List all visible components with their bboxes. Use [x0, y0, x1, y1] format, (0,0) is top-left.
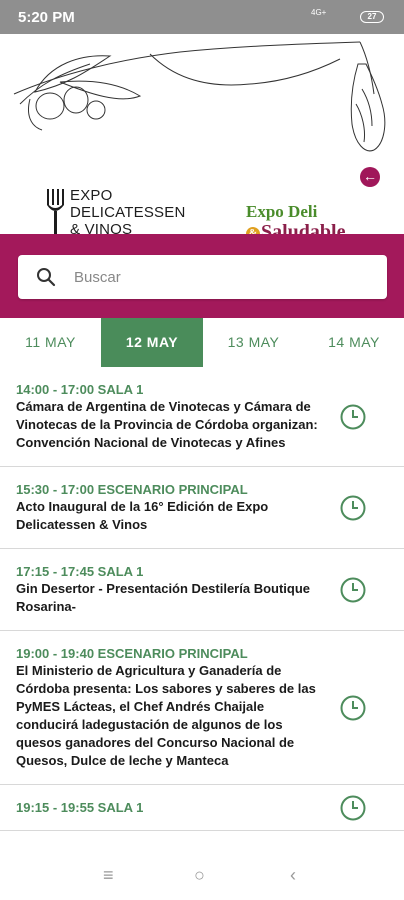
list-item[interactable]: 19:15 - 19:55 SALA 1: [0, 785, 404, 831]
battery-icon: 27: [360, 11, 384, 23]
status-time: 5:20 PM: [18, 9, 75, 26]
event-time: 14:00 - 17:00 SALA 1: [16, 382, 144, 397]
search-icon: [37, 268, 56, 287]
event-title: El Ministerio de Agricultura y Ganadería…: [16, 663, 316, 768]
tab-13-may[interactable]: 13 MAY: [203, 318, 304, 367]
logo-expo-line1: EXPO: [70, 187, 113, 204]
logo-expo-line2: DELICATESSEN: [70, 204, 186, 221]
logo-deli-line1: Expo Deli: [246, 202, 318, 221]
status-bar: 5:20 PM 4G+ 27: [0, 0, 404, 34]
clock-icon[interactable]: [340, 695, 366, 721]
logo-deli-amp: &: [246, 227, 260, 234]
event-time: 19:15 - 19:55 SALA 1: [16, 800, 144, 815]
list-item[interactable]: 15:30 - 17:00 ESCENARIO PRINCIPAL Acto I…: [0, 467, 404, 549]
tab-12-may[interactable]: 12 MAY: [101, 318, 203, 367]
clock-icon[interactable]: [340, 495, 366, 521]
list-item[interactable]: 14:00 - 17:00 SALA 1 Cámara de Argentina…: [0, 367, 404, 467]
tab-11-may[interactable]: 11 MAY: [0, 318, 101, 367]
system-nav-bar: ≡ ○ ‹: [0, 855, 404, 900]
event-time: 19:00 - 19:40 ESCENARIO PRINCIPAL: [16, 646, 248, 661]
arrow-left-icon[interactable]: ←: [360, 167, 380, 187]
tab-14-may[interactable]: 14 MAY: [304, 318, 404, 367]
search-input[interactable]: [74, 255, 374, 299]
event-time: 15:30 - 17:00 ESCENARIO PRINCIPAL: [16, 482, 248, 497]
search-box[interactable]: [18, 255, 387, 299]
header-banner: ← EXPO DELICATESSEN & VINOS Expo Deli & S…: [0, 34, 404, 234]
home-icon[interactable]: ○: [194, 865, 205, 886]
date-tabs: 11 MAY 12 MAY 13 MAY 14 MAY: [0, 318, 404, 367]
clock-icon[interactable]: [340, 577, 366, 603]
event-title: Acto Inaugural de la 16° Edición de Expo…: [16, 499, 269, 532]
event-title: Cámara de Argentina de Vinotecas y Cámar…: [16, 399, 318, 450]
menu-icon[interactable]: ≡: [103, 865, 114, 886]
clock-icon[interactable]: [340, 795, 366, 821]
logo-expo-delicatessen: EXPO DELICATESSEN & VINOS: [44, 187, 194, 234]
event-title: Gin Desertor - Presentación Destilería B…: [16, 581, 311, 614]
network-indicator: 4G+: [311, 8, 327, 17]
clock-icon[interactable]: [340, 404, 366, 430]
back-icon[interactable]: ‹: [290, 865, 296, 886]
events-list: 14:00 - 17:00 SALA 1 Cámara de Argentina…: [0, 367, 404, 855]
search-band: [0, 234, 404, 318]
logo-expo-deli-saludable: Expo Deli & Saludable: [246, 202, 345, 234]
wine-glass-fork-icon: [47, 189, 64, 234]
logo-deli-line2: Saludable: [261, 221, 346, 234]
logo-expo-line3: & VINOS: [70, 221, 133, 234]
list-item[interactable]: 17:15 - 17:45 SALA 1 Gin Desertor - Pres…: [0, 549, 404, 631]
list-item[interactable]: 19:00 - 19:40 ESCENARIO PRINCIPAL El Min…: [0, 631, 404, 785]
event-time: 17:15 - 17:45 SALA 1: [16, 564, 144, 579]
logo-deli-line2-wrap: & Saludable: [246, 221, 345, 234]
